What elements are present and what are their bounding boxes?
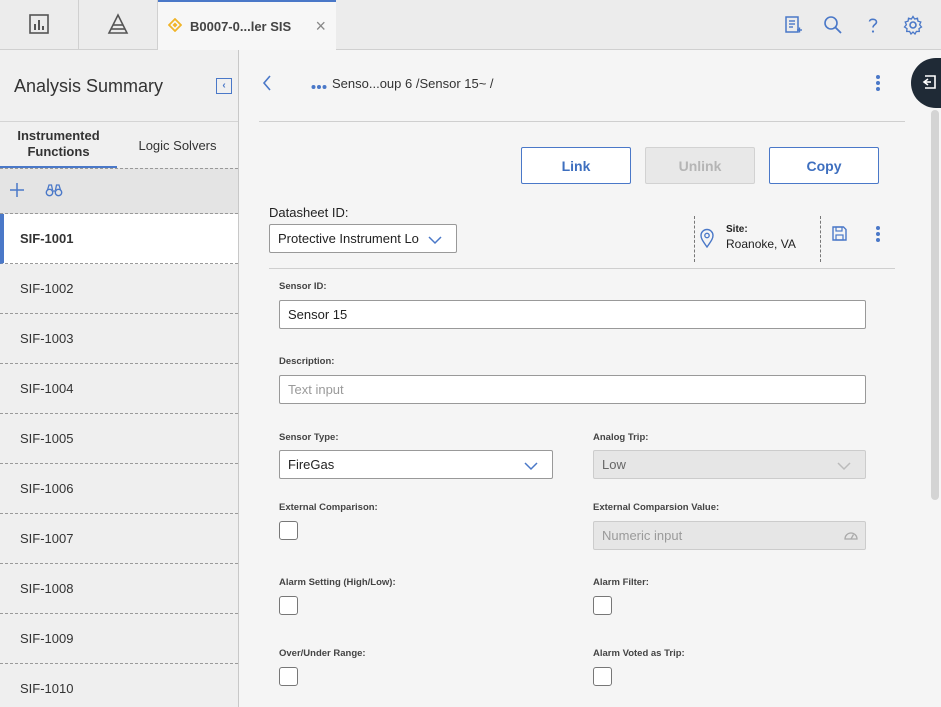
tab-label: B0007-0...ler SIS bbox=[190, 18, 292, 34]
numeric-placeholder: Numeric input bbox=[602, 528, 683, 543]
main-content: Senso...oup 6 /Sensor 15~ / Link Unlink … bbox=[239, 50, 941, 707]
queue-icon[interactable] bbox=[783, 15, 803, 35]
help-icon[interactable] bbox=[863, 15, 883, 35]
tab-label-line1: Instrumented bbox=[17, 128, 100, 143]
side-dock-button[interactable] bbox=[911, 58, 941, 108]
binoculars-icon[interactable] bbox=[45, 182, 63, 201]
chevron-down-icon bbox=[837, 459, 851, 474]
alarm-filter-checkbox[interactable] bbox=[593, 596, 612, 615]
divider bbox=[820, 216, 821, 262]
description-label: Description: bbox=[279, 356, 335, 367]
copy-button[interactable]: Copy bbox=[769, 147, 879, 184]
gear-icon[interactable] bbox=[903, 15, 923, 35]
site-label: Site: bbox=[726, 224, 748, 235]
dashboard-icon bbox=[28, 13, 50, 38]
datasheet-value: Protective Instrument Lo bbox=[278, 231, 419, 246]
list-item[interactable]: SIF-1001 bbox=[0, 214, 238, 264]
panel-title: Analysis Summary bbox=[14, 76, 164, 96]
divider bbox=[269, 268, 895, 269]
list-item[interactable]: SIF-1004 bbox=[0, 364, 238, 414]
more-options-icon[interactable] bbox=[875, 74, 881, 95]
sensor-type-select[interactable]: FireGas bbox=[279, 450, 553, 479]
location-pin-icon bbox=[699, 228, 715, 251]
gauge-icon bbox=[843, 528, 859, 545]
analog-trip-value: Low bbox=[602, 457, 626, 472]
analog-trip-select[interactable]: Low bbox=[593, 450, 866, 479]
scrollbar[interactable] bbox=[931, 110, 939, 500]
datasheet-options-icon[interactable] bbox=[875, 225, 881, 246]
left-tabs: Instrumented Functions Logic Solvers bbox=[0, 121, 238, 169]
list-item[interactable]: SIF-1009 bbox=[0, 614, 238, 664]
description-input[interactable]: Text input bbox=[279, 375, 866, 404]
add-icon[interactable] bbox=[9, 182, 25, 201]
over-under-range-label: Over/Under Range: bbox=[279, 648, 366, 659]
list-item[interactable]: SIF-1008 bbox=[0, 564, 238, 614]
site-value: Roanoke, VA bbox=[726, 237, 796, 251]
sif-list: SIF-1001 SIF-1002 SIF-1003 SIF-1004 SIF-… bbox=[0, 214, 238, 707]
chevron-down-icon bbox=[524, 459, 538, 474]
sensor-id-input[interactable]: Sensor 15 bbox=[279, 300, 866, 329]
hierarchy-button[interactable] bbox=[79, 0, 158, 50]
chevron-down-icon bbox=[428, 233, 442, 248]
divider bbox=[259, 121, 905, 122]
external-comparison-checkbox[interactable] bbox=[279, 521, 298, 540]
external-comparison-label: External Comparison: bbox=[279, 502, 378, 513]
external-comparison-value-input[interactable]: Numeric input bbox=[593, 521, 866, 550]
datasheet-label: Datasheet ID: bbox=[269, 205, 349, 220]
sensor-id-label: Sensor ID: bbox=[279, 281, 327, 292]
breadcrumb[interactable]: Senso...oup 6 /Sensor 15~ / bbox=[332, 76, 494, 91]
datasheet-select[interactable]: Protective Instrument Lo bbox=[269, 224, 457, 253]
list-item[interactable]: SIF-1003 bbox=[0, 314, 238, 364]
top-bar: B0007-0...ler SIS × bbox=[0, 0, 941, 50]
breadcrumb-more-icon[interactable] bbox=[311, 78, 327, 93]
search-icon[interactable] bbox=[823, 15, 843, 35]
external-comparison-value-label: External Comparsion Value: bbox=[593, 502, 720, 513]
dashboard-button[interactable] bbox=[0, 0, 79, 50]
alarm-filter-label: Alarm Filter: bbox=[593, 577, 649, 588]
left-panel: Analysis Summary ‹ Instrumented Function… bbox=[0, 50, 239, 707]
save-icon[interactable] bbox=[831, 225, 848, 245]
tab-b0007[interactable]: B0007-0...ler SIS × bbox=[158, 0, 336, 50]
list-item[interactable]: SIF-1010 bbox=[0, 664, 238, 707]
analog-trip-label: Analog Trip: bbox=[593, 432, 649, 443]
list-item[interactable]: SIF-1005 bbox=[0, 414, 238, 464]
list-item[interactable]: SIF-1007 bbox=[0, 514, 238, 564]
close-icon[interactable]: × bbox=[315, 17, 326, 35]
list-item[interactable]: SIF-1002 bbox=[0, 264, 238, 314]
tab-instrumented-functions[interactable]: Instrumented Functions bbox=[0, 122, 117, 169]
unlink-button[interactable]: Unlink bbox=[645, 147, 755, 184]
alarm-setting-checkbox[interactable] bbox=[279, 596, 298, 615]
hierarchy-icon bbox=[106, 12, 130, 38]
back-arrow-icon[interactable] bbox=[261, 74, 273, 95]
divider bbox=[694, 216, 695, 262]
alarm-voted-as-trip-label: Alarm Voted as Trip: bbox=[593, 648, 685, 659]
sensor-type-value: FireGas bbox=[288, 457, 335, 472]
list-item[interactable]: SIF-1006 bbox=[0, 464, 238, 514]
sensor-type-label: Sensor Type: bbox=[279, 432, 339, 443]
tab-diamond-icon bbox=[167, 17, 183, 35]
alarm-voted-as-trip-checkbox[interactable] bbox=[593, 667, 612, 686]
list-toolbar bbox=[0, 168, 238, 214]
tab-label-line2: Functions bbox=[27, 144, 90, 159]
dock-expand-icon bbox=[919, 74, 937, 93]
tab-logic-solvers[interactable]: Logic Solvers bbox=[117, 122, 238, 169]
link-button[interactable]: Link bbox=[521, 147, 631, 184]
alarm-setting-label: Alarm Setting (High/Low): bbox=[279, 577, 396, 588]
over-under-range-checkbox[interactable] bbox=[279, 667, 298, 686]
collapse-panel-button[interactable]: ‹ bbox=[216, 78, 232, 94]
